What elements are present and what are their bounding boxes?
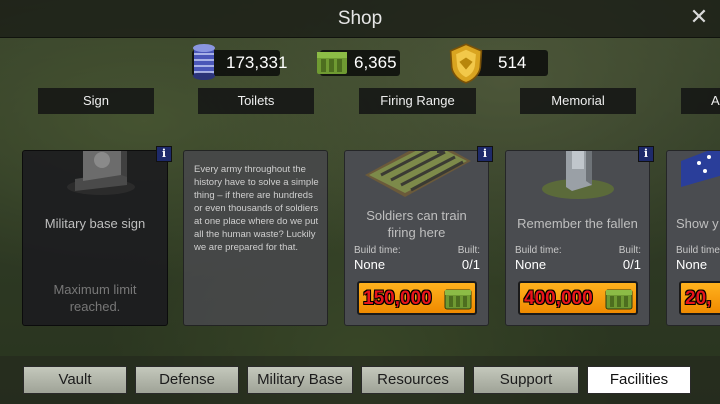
memorial-build-time-label: Build time:: [515, 245, 562, 256]
flag-image: [681, 151, 720, 187]
partial-build-time-label: Build time:: [676, 245, 720, 256]
memorial-title: Remember the fallen: [517, 216, 638, 231]
spool-amount: 173,331: [226, 53, 288, 72]
toilets-description: Every army throughout the history have t…: [194, 164, 319, 253]
sign-info-icon[interactable]: i: [156, 146, 172, 162]
partial-title: Show y: [676, 216, 719, 231]
memorial-built-label: Built:: [618, 245, 641, 256]
tab-support[interactable]: Support: [473, 366, 579, 394]
tab-military-base[interactable]: Military Base: [247, 366, 353, 394]
item-card-firing-range[interactable]: Soldiers can train firing here Build tim…: [344, 150, 489, 326]
tab-defense[interactable]: Defense: [135, 366, 239, 394]
spool-icon: [193, 44, 215, 80]
firing-range-price: 150,000: [363, 288, 432, 309]
item-tab-partial: A: [681, 88, 720, 114]
firing-range-image: [365, 151, 471, 197]
close-icon[interactable]: ✕: [688, 7, 710, 29]
shop-title: Shop: [337, 8, 383, 29]
memorial-price: 400,000: [524, 288, 593, 309]
item-card-toilets[interactable]: Every army throughout the history have t…: [183, 150, 328, 326]
item-card-memorial[interactable]: Remember the fallen Build time: Built: N…: [505, 150, 650, 326]
memorial-buy-button[interactable]: 400,000: [518, 281, 638, 315]
memorial-build-time: None: [515, 257, 547, 272]
firing-range-info-icon[interactable]: i: [477, 146, 493, 162]
supply-crate-icon: [605, 289, 633, 310]
supply-crate-icon: [444, 289, 472, 310]
supply-amount: 6,365: [354, 53, 397, 72]
tab-vault[interactable]: Vault: [23, 366, 127, 394]
resource-supply-counter: 6,365: [317, 50, 400, 76]
firing-range-title: Soldiers can train firing here: [366, 208, 467, 240]
gold-medal-icon: [449, 43, 483, 84]
sign-status: Maximum limit reached.: [53, 282, 137, 314]
item-tab-sign: Sign: [38, 88, 154, 114]
memorial-built-count: 0/1: [622, 257, 641, 272]
item-card-partial[interactable]: Show y Build time: None 20,: [666, 150, 720, 326]
resource-medal-counter: 514: [449, 43, 548, 84]
tab-facilities[interactable]: Facilities: [587, 366, 691, 394]
sign-image: [67, 151, 135, 195]
sign-title: Military base sign: [44, 216, 146, 231]
firing-range-built-count: 0/1: [461, 257, 480, 272]
partial-buy-button[interactable]: 20,: [679, 281, 720, 315]
item-tab-memorial: Memorial: [520, 88, 636, 114]
item-tab-toilets: Toilets: [198, 88, 314, 114]
tab-resources[interactable]: Resources: [361, 366, 465, 394]
memorial-info-icon[interactable]: i: [638, 146, 654, 162]
medal-amount: 514: [498, 53, 527, 72]
firing-range-build-time: None: [354, 257, 386, 272]
supply-crate-icon: [317, 52, 347, 74]
firing-range-buy-button[interactable]: 150,000: [357, 281, 477, 315]
memorial-image: [542, 151, 614, 199]
item-card-sign[interactable]: Military base sign Maximum limit reached…: [22, 150, 168, 326]
firing-range-built-label: Built:: [457, 245, 480, 256]
shop-titlebar: Shop ✕: [0, 0, 720, 38]
resource-spool-counter: 173,331: [192, 44, 287, 80]
partial-build-time: None: [676, 257, 708, 272]
item-tab-firing-range: Firing Range: [359, 88, 476, 114]
firing-range-build-time-label: Build time:: [354, 245, 401, 256]
partial-price: 20,: [685, 288, 712, 309]
